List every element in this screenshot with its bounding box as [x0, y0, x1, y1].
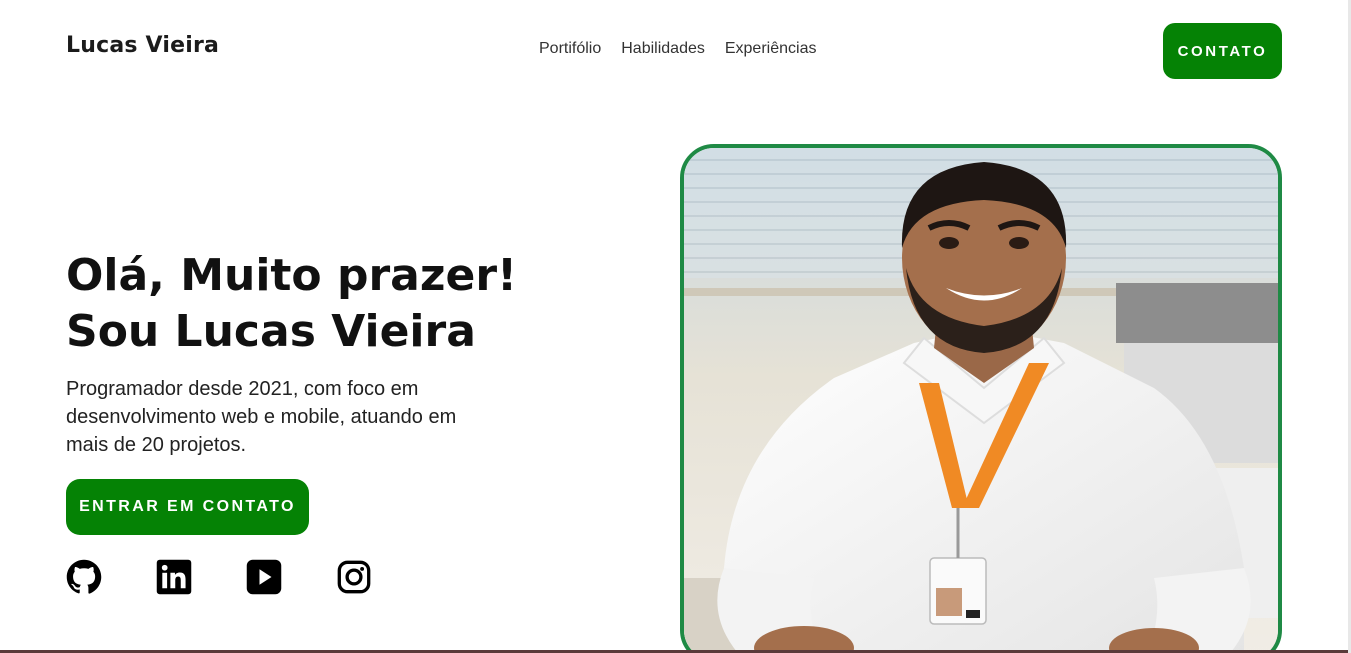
profile-photo-illustration [684, 148, 1278, 653]
github-icon[interactable] [66, 559, 102, 595]
main-nav: Portifólio Habilidades Experiências [539, 40, 816, 58]
brand-logo-text[interactable]: Lucas Vieira [66, 33, 219, 58]
profile-photo [680, 144, 1282, 653]
contact-button[interactable]: CONTATO [1163, 23, 1282, 79]
hero-title: Olá, Muito prazer! Sou Lucas Vieira [66, 248, 626, 360]
youtube-icon[interactable] [246, 559, 282, 595]
hero-title-line-2: Sou Lucas Vieira [66, 306, 476, 357]
nav-link-portfolio[interactable]: Portifólio [539, 40, 601, 58]
linkedin-icon[interactable] [156, 559, 192, 595]
instagram-icon[interactable] [336, 559, 372, 595]
hero-title-line-1: Olá, Muito prazer! [66, 250, 518, 301]
nav-link-skills[interactable]: Habilidades [621, 40, 705, 58]
site-header: Lucas Vieira Portifólio Habilidades Expe… [0, 0, 1351, 100]
hero-description: Programador desde 2021, com foco em dese… [66, 378, 457, 456]
nav-link-experience[interactable]: Experiências [725, 40, 817, 58]
get-in-touch-button[interactable]: ENTRAR EM CONTATO [66, 479, 309, 535]
